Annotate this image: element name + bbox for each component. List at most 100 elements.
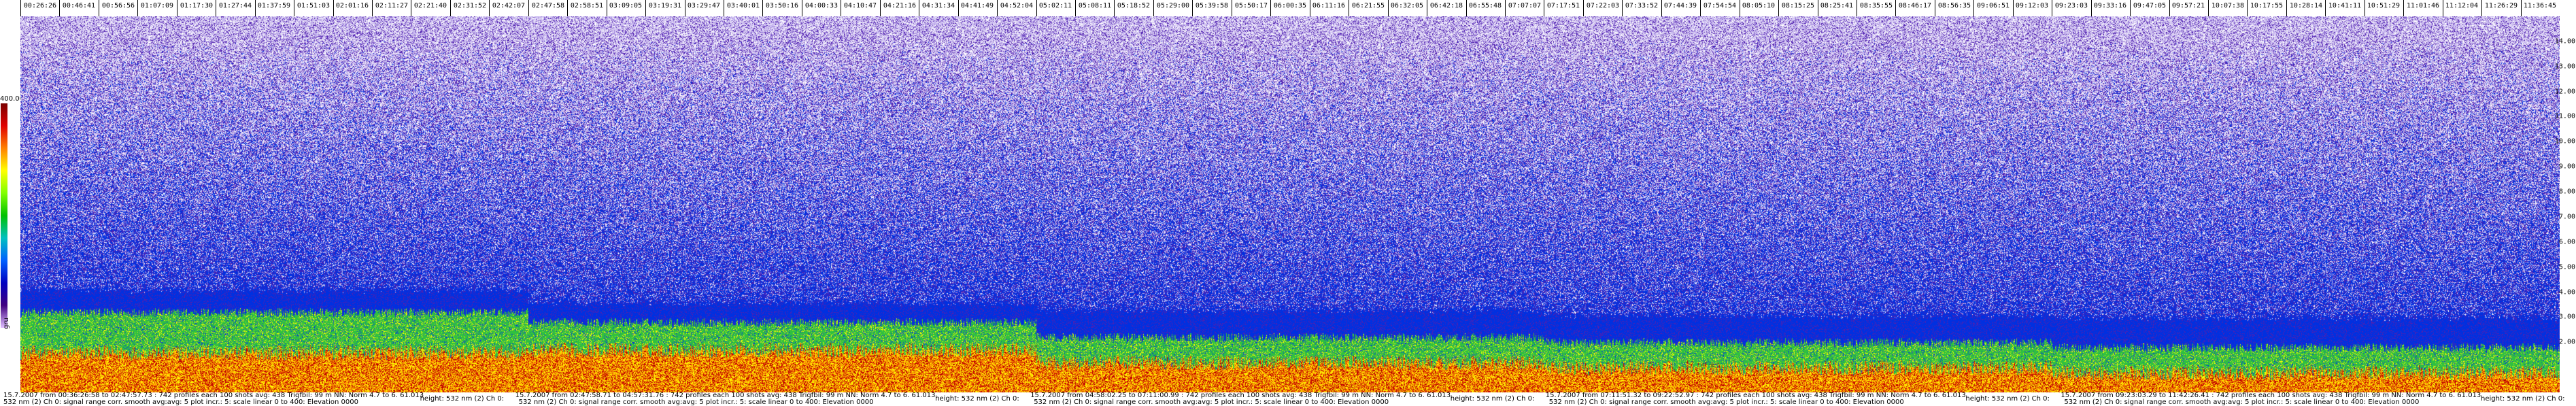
time-tick-label: 04:21:16 (883, 2, 917, 10)
time-tick-separator (450, 0, 451, 16)
time-tick-label: 03:09:05 (609, 2, 643, 10)
time-tick-separator (372, 0, 373, 16)
time-tick-label: 02:47:58 (531, 2, 565, 10)
time-tick-label: 00:56:56 (101, 2, 135, 10)
time-tick-label: 05:18:52 (1117, 2, 1151, 10)
time-tick-label: 04:41:49 (960, 2, 994, 10)
footer-text: 532 nm (2) Ch 0: signal range corr. smoo… (2064, 399, 2420, 406)
time-tick-separator (880, 0, 881, 16)
time-tick-separator (1661, 0, 1662, 16)
time-tick-separator (1388, 0, 1389, 16)
footer-text: 532 nm (2) Ch 0: signal range corr. smoo… (518, 399, 874, 406)
time-tick-separator (333, 0, 334, 16)
time-tick-label: 08:35:55 (1859, 2, 1893, 10)
height-tick-label: 9.00 (2558, 163, 2575, 171)
time-tick-separator (1192, 0, 1193, 16)
height-tick-label: 8.00 (2558, 188, 2575, 196)
height-tick-label: 10.00 (2554, 137, 2575, 146)
height-tick-label: 5.00 (2558, 263, 2575, 271)
time-tick-separator (1622, 0, 1623, 16)
time-tick-label: 02:58:51 (570, 2, 604, 10)
time-tick-separator (1114, 0, 1115, 16)
height-axis: 2.00 3.00 4.00 5.00 6.00 7.00 8.00 9.00 10.00 11.… (2555, 16, 2576, 392)
time-tick-label: 06:55:48 (1468, 2, 1502, 10)
time-tick-label: 01:37:59 (257, 2, 291, 10)
time-tick-label: 08:56:35 (1937, 2, 1971, 10)
height-tick-label: 11.00 (2554, 112, 2575, 120)
footer-text: 532 nm (2) Ch 0: signal range corr. smoo… (3, 399, 358, 406)
time-tick-label: 06:00:35 (1273, 2, 1307, 10)
time-tick-separator (1270, 0, 1271, 16)
time-tick-label: 03:40:01 (726, 2, 760, 10)
time-tick-separator (137, 0, 138, 16)
time-tick-separator (2208, 0, 2209, 16)
time-tick-separator (2325, 0, 2326, 16)
time-tick-label: 06:21:55 (1351, 2, 1385, 10)
time-tick-label: 10:17:55 (2250, 2, 2284, 10)
time-tick-label: 04:10:47 (843, 2, 877, 10)
height-tick-label: 2.00 (2558, 338, 2575, 346)
colorbar-gradient (1, 103, 7, 328)
time-tick-label: 01:27:44 (218, 2, 252, 10)
time-tick-label: 01:51:03 (296, 2, 331, 10)
time-tick-label: 04:00:33 (804, 2, 838, 10)
time-tick-label: 02:11:27 (375, 2, 409, 10)
time-tick-label: 11:01:46 (2406, 2, 2440, 10)
time-tick-separator (1973, 0, 1974, 16)
height-tick-label: 7.00 (2558, 213, 2575, 221)
colorbar: 400.00 gru (0, 95, 24, 340)
time-tick-label: 02:21:40 (413, 2, 447, 10)
time-tick-separator (2091, 0, 2092, 16)
time-tick-label: 07:44:39 (1663, 2, 1697, 10)
time-tick-label: 07:22:03 (1586, 2, 1620, 10)
height-tick-label: 3.00 (2558, 313, 2575, 321)
time-tick-label: 09:23:03 (2054, 2, 2088, 10)
footer-text: height: 532 nm (2) Ch 0: (1450, 395, 1535, 403)
time-tick-label: 09:47:05 (2133, 2, 2167, 10)
time-tick-label: 09:06:51 (1976, 2, 2010, 10)
time-tick-label: 09:33:16 (2093, 2, 2127, 10)
time-tick-label: 08:25:41 (1820, 2, 1854, 10)
time-tick-label: 01:17:30 (180, 2, 214, 10)
time-tick-separator (997, 0, 998, 16)
time-tick-separator (1505, 0, 1506, 16)
footer-text: height: 532 nm (2) Ch 0: (2481, 395, 2565, 403)
time-tick-label: 06:32:05 (1390, 2, 1424, 10)
time-tick-label: 09:57:21 (2171, 2, 2205, 10)
time-tick-separator (2130, 0, 2131, 16)
colorbar-unit-label: gru (2, 318, 10, 329)
time-tick-label: 04:31:34 (921, 2, 955, 10)
footer-text: 532 nm (2) Ch 0: signal range corr. smoo… (1548, 399, 1904, 406)
time-tick-separator (20, 0, 21, 16)
time-tick-separator (489, 0, 490, 16)
time-tick-separator (255, 0, 256, 16)
footer-text: height: 532 nm (2) Ch 0: (935, 395, 1019, 403)
time-tick-label: 03:19:31 (648, 2, 682, 10)
time-tick-separator (1895, 0, 1896, 16)
time-tick-label: 10:28:14 (2289, 2, 2323, 10)
time-tick-label: 10:51:29 (2367, 2, 2401, 10)
time-tick-separator (1153, 0, 1154, 16)
time-tick-label: 06:42:18 (1429, 2, 1463, 10)
time-tick-label: 10:41:11 (2328, 2, 2362, 10)
time-tick-label: 10:07:38 (2211, 2, 2245, 10)
time-tick-separator (958, 0, 959, 16)
lidar-heatmap-plot (20, 16, 2560, 392)
time-tick-separator (2247, 0, 2248, 16)
footer-info: 15.7.2007 from 00:36:26:58 to 02:47:57.7… (0, 392, 2576, 406)
time-tick-label: 00:46:41 (62, 2, 96, 10)
time-tick-label: 08:15:25 (1781, 2, 1815, 10)
time-tick-separator (2286, 0, 2287, 16)
time-tick-separator (567, 0, 568, 16)
time-tick-label: 05:50:17 (1234, 2, 1268, 10)
time-tick-separator (2169, 0, 2170, 16)
heatmap-canvas (20, 16, 2560, 392)
time-tick-separator (1700, 0, 1701, 16)
footer-text: height: 532 nm (2) Ch 0: (420, 395, 505, 403)
time-axis: 00:26:26 00:46:41 00:56:56 01:07:09 01:17:30… (20, 0, 2560, 17)
time-tick-separator (528, 0, 529, 16)
footer-text: 532 nm (2) Ch 0: signal range corr. smoo… (1034, 399, 1389, 406)
time-tick-separator (2013, 0, 2014, 16)
time-tick-separator (1036, 0, 1037, 16)
height-tick-label: 13.00 (2554, 63, 2575, 71)
